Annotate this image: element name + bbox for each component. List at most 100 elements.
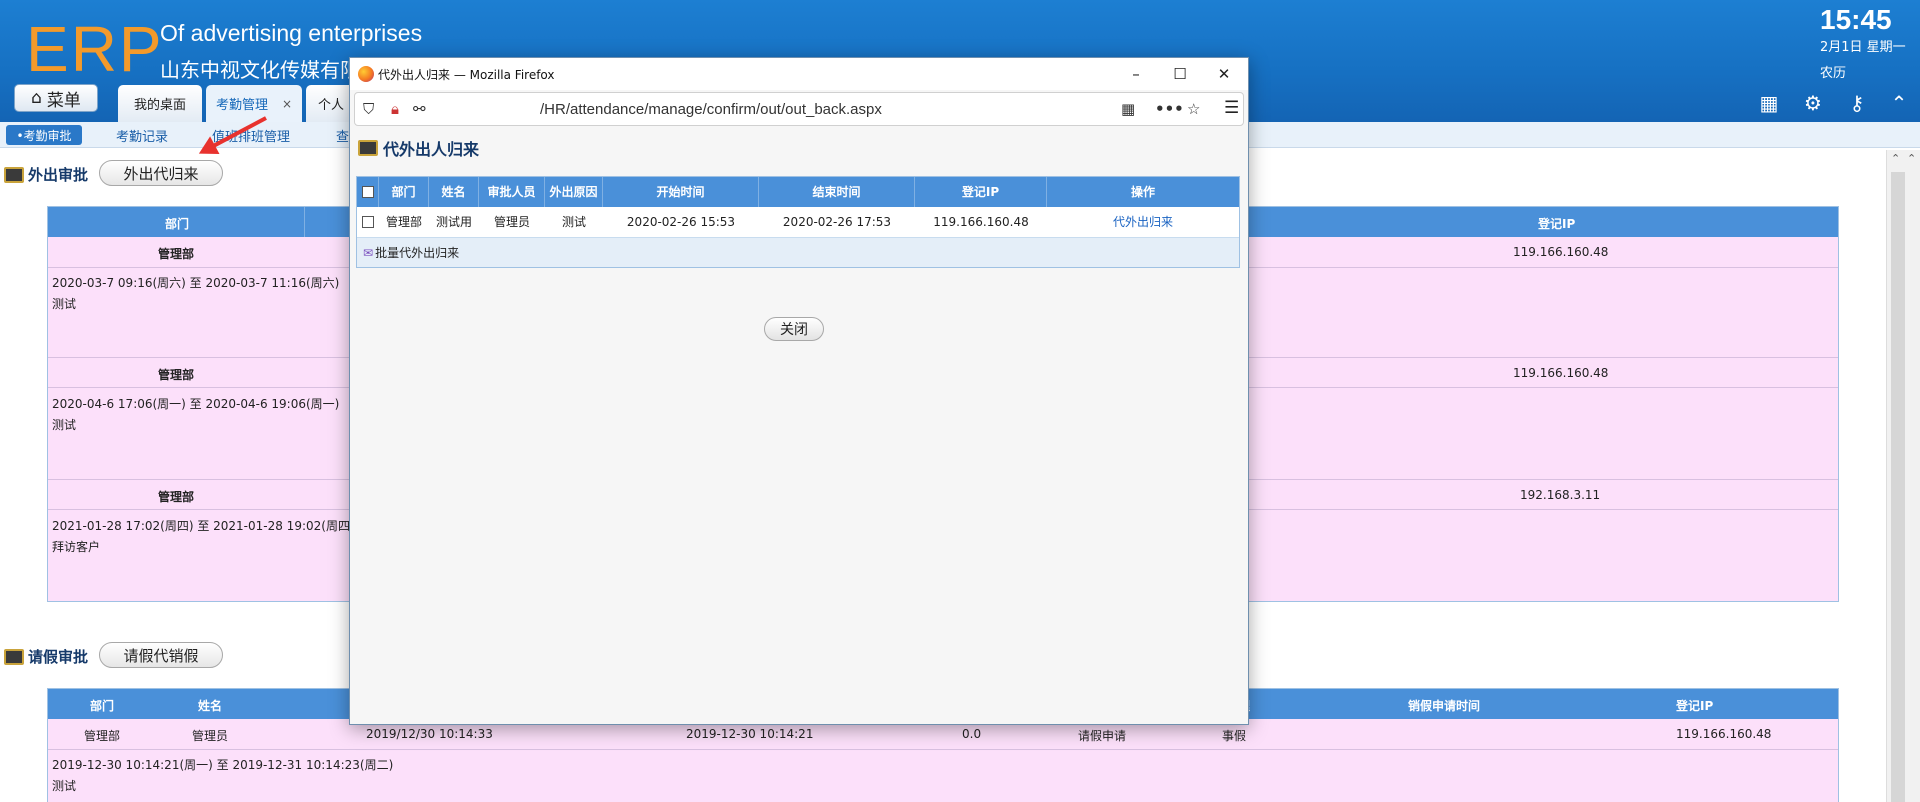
row-start-time: 2019-12-30 10:14:21: [686, 727, 814, 741]
minimize-icon[interactable]: –: [1114, 58, 1158, 90]
select-all-checkbox[interactable]: [361, 186, 374, 198]
col-start-time: 开始时间: [603, 177, 759, 207]
tab-personal[interactable]: 个人: [306, 85, 354, 122]
scroll-up-icon[interactable]: ⌃: [1907, 152, 1916, 165]
section-icon: [4, 648, 24, 665]
lunar-calendar-link[interactable]: 农历: [1820, 62, 1846, 81]
window-title: 代外出人归来 — Mozilla Firefox: [378, 68, 555, 82]
col-name: 姓名: [429, 177, 479, 207]
tab-my-desktop[interactable]: 我的桌面: [118, 85, 202, 122]
out-return-on-behalf-button[interactable]: 外出代归来: [99, 160, 223, 186]
section-title-text: 请假审批: [28, 648, 89, 666]
row-dept: 管理部: [158, 247, 195, 261]
col-dept: 部门: [89, 699, 114, 713]
subnav-attendance-records[interactable]: 考勤记录: [116, 126, 168, 145]
close-icon[interactable]: ✕: [1202, 58, 1246, 90]
row-kind: 请假申请: [1078, 729, 1127, 743]
more-actions-icon[interactable]: •••: [1155, 100, 1184, 118]
address-bar[interactable]: ⛉ 🔒︎ ⚯ /HR/attendance/manage/confirm/out…: [354, 92, 1244, 126]
row-reason: 测试: [52, 297, 77, 311]
row-end-time: 2020-02-26 17:53: [782, 215, 892, 229]
col-name: 姓名: [197, 699, 222, 713]
collapse-icon[interactable]: ⌃: [1888, 92, 1910, 114]
close-button[interactable]: 关闭: [764, 317, 824, 341]
row-dept: 管理部: [158, 490, 195, 504]
row-period: 2019-12-30 10:14:21(周一) 至 2019-12-31 10:…: [52, 758, 394, 772]
erp-logo: ERP: [26, 13, 164, 85]
out-return-table: 部门 姓名 审批人员 外出原因 开始时间 结束时间 登记IP 操作 管理部 测试…: [356, 176, 1240, 268]
leave-approval-title: 请假审批: [4, 646, 88, 667]
row-start-time: 2020-02-26 15:53: [626, 215, 736, 229]
section-icon: [358, 140, 378, 156]
key-icon[interactable]: ⚷: [1846, 92, 1868, 114]
row-period: 2020-04-6 17:06(周一) 至 2020-04-6 19:06(周一…: [52, 397, 340, 411]
col-dept: 部门: [164, 217, 189, 231]
company-english-name: Of advertising enterprises: [160, 20, 423, 46]
permissions-icon[interactable]: ⚯: [413, 100, 426, 118]
row-days: 0.0: [962, 727, 982, 741]
leave-cancel-on-behalf-button[interactable]: 请假代销假: [99, 642, 223, 668]
col-ip: 登记IP: [1538, 217, 1576, 231]
row-leave-type: 事假: [1222, 729, 1247, 743]
col-ip: 登记IP: [915, 177, 1047, 207]
row-reason: 测试: [52, 418, 77, 432]
maximize-icon[interactable]: ☐: [1158, 58, 1202, 90]
menu-label: 菜单: [46, 90, 81, 111]
col-end-time: 结束时间: [759, 177, 915, 207]
col-action: 操作: [1130, 185, 1155, 199]
tab-label: 考勤管理: [215, 98, 268, 113]
hamburger-menu-icon[interactable]: ☰: [1224, 98, 1239, 118]
row-checkbox[interactable]: [362, 216, 374, 228]
home-icon: ⌂: [31, 88, 42, 108]
shield-icon[interactable]: ⛉: [363, 100, 374, 118]
row-ip: 119.166.160.48: [933, 215, 1029, 229]
bookmark-star-icon[interactable]: ☆: [1187, 100, 1200, 118]
row-name: 测试用: [435, 215, 472, 229]
tab-label: 我的桌面: [133, 98, 186, 113]
col-cancel-time: 销假申请时间: [1408, 699, 1481, 713]
table-header: 部门 姓名 审批人员 外出原因 开始时间 结束时间 登记IP 操作: [357, 177, 1239, 207]
row-select-cell: [357, 207, 379, 237]
col-reason: 外出原因: [545, 177, 603, 207]
batch-return-button[interactable]: ✉ 批量代外出归来: [357, 237, 1239, 267]
menu-button[interactable]: ⌂ 菜单: [14, 84, 98, 112]
page-scrollbar[interactable]: ⌃ ⌃: [1886, 150, 1920, 802]
clock-time: 15:45: [1820, 4, 1892, 35]
window-titlebar[interactable]: 代外出人归来 — Mozilla Firefox – ☐ ✕: [350, 58, 1248, 90]
return-on-behalf-link[interactable]: 代外出归来: [1047, 207, 1239, 237]
row-ip: 119.166.160.48: [1513, 366, 1609, 380]
row-reason: 拜访客户: [52, 540, 101, 554]
row-ip: 119.166.160.48: [1676, 727, 1772, 741]
row-dept: 管理部: [158, 368, 195, 382]
row-period: 2021-01-28 17:02(周四) 至 2021-01-28 19:02(…: [52, 519, 355, 533]
popup-heading-text: 代外出人归来: [383, 140, 480, 159]
close-icon[interactable]: ×: [282, 97, 292, 111]
select-all-cell: [357, 177, 379, 207]
qr-code-icon[interactable]: ▦: [1121, 100, 1135, 118]
row-name: 管理员: [192, 729, 229, 743]
add-widget-icon[interactable]: ▦: [1758, 92, 1780, 114]
url-text[interactable]: /HR/attendance/manage/confirm/out/out_ba…: [540, 101, 882, 118]
batch-return-label: 批量代外出归来: [375, 246, 460, 260]
row-period: 2020-03-7 09:16(周六) 至 2020-03-7 11:16(周六…: [52, 276, 340, 290]
subnav-query[interactable]: 查: [336, 126, 349, 145]
scroll-thumb[interactable]: [1891, 172, 1905, 802]
popup-heading: 代外出人归来: [358, 136, 479, 160]
insecure-lock-icon[interactable]: 🔒︎: [391, 100, 399, 118]
scroll-up-icon[interactable]: ⌃: [1891, 152, 1900, 165]
firefox-popup-window: 代外出人归来 — Mozilla Firefox – ☐ ✕ ⛉ 🔒︎ ⚯ /H…: [349, 57, 1249, 725]
row-dept: 管理部: [84, 729, 121, 743]
col-ip: 登记IP: [1676, 699, 1714, 713]
tab-attendance[interactable]: 考勤管理 ×: [206, 85, 302, 122]
row-reason: 测试: [561, 215, 586, 229]
subnav-attendance-approval[interactable]: •考勤审批: [6, 125, 82, 145]
row-approver: 管理员: [493, 215, 530, 229]
clock-date: 2月1日 星期一: [1820, 40, 1906, 55]
batch-return-icon: ✉: [363, 245, 374, 260]
gear-icon[interactable]: ⚙: [1802, 92, 1824, 114]
col-approver: 审批人员: [479, 177, 545, 207]
row-reason: 测试: [52, 779, 77, 793]
row-ip: 192.168.3.11: [1520, 488, 1601, 502]
company-chinese-name: 山东中视文化传媒有限: [160, 58, 360, 82]
tab-label: 个人: [318, 98, 345, 113]
